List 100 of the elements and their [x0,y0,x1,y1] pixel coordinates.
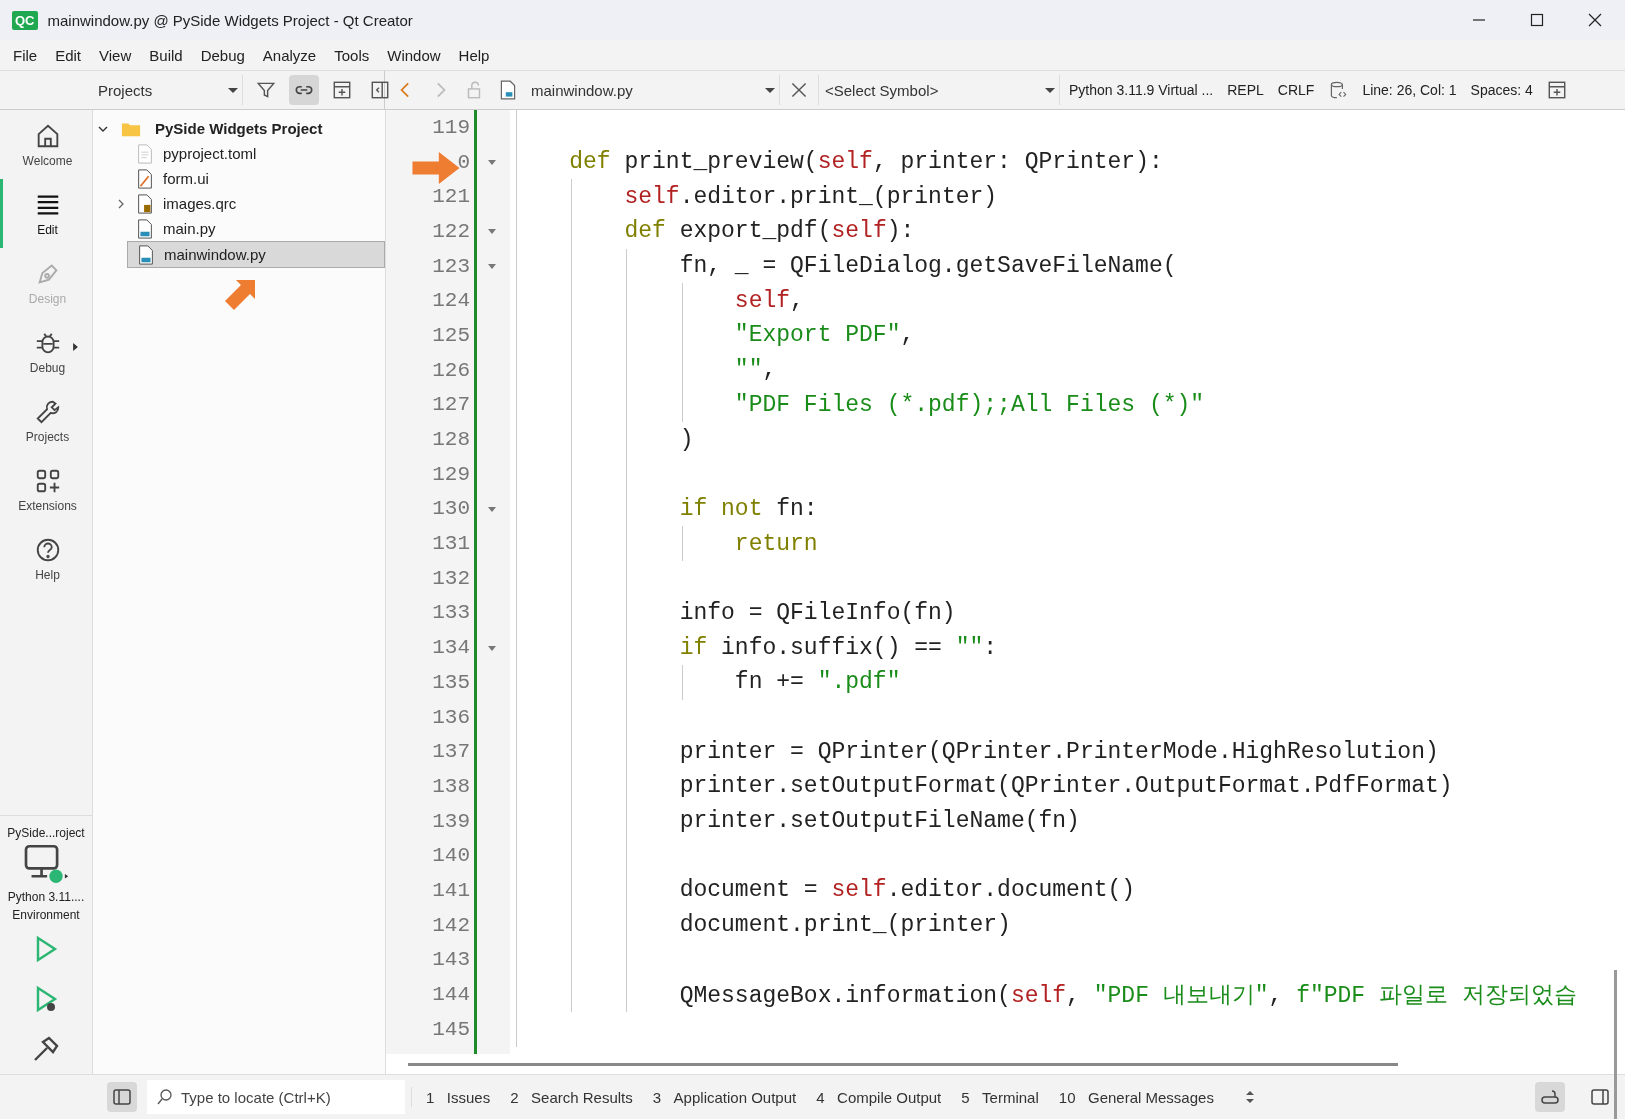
annotation-arrow [412,152,460,184]
menu-item[interactable]: Edit [46,42,91,68]
code-line: self.editor.print_(printer) [623,183,998,210]
code-line: return [733,530,818,557]
progress-details-icon[interactable] [1535,1082,1565,1112]
code-line: "PDF Files (*.pdf);;All Files (*)" [733,391,1205,418]
line-number: 125 [432,323,470,347]
tree-item[interactable]: pyproject.toml [93,141,385,166]
interpreter-selector[interactable]: Python 3.11.9 Virtual ... [1064,82,1219,98]
menu-item[interactable]: Debug [191,42,254,68]
menu-item[interactable]: File [4,42,47,68]
line-number: 0 [457,150,470,174]
line-number: 136 [432,705,470,729]
maximize-icon[interactable] [1529,12,1545,28]
line-number: 134 [432,636,470,660]
code-line: fn += ".pdf" [733,669,901,696]
kit-environment-label: Python 3.11.... Environment [6,889,86,924]
tree-item[interactable]: main.py [93,216,385,241]
tree-item[interactable]: mainwindow.py [127,241,385,268]
code-line: QMessageBox.information(self, "PDF 내보내기", f"PDF 파일로 저장되었습 [678,982,1577,1011]
output-pane-tab[interactable]: 2 Search Results [510,1088,633,1106]
line-number: 141 [432,878,470,902]
tree-item[interactable]: form.ui [93,166,385,191]
code-line: def print_preview(self, printer: QPrinter): [568,149,1163,176]
sidebar-toggle-icon[interactable] [107,1082,137,1112]
code-line: "", [733,357,777,384]
text-file-icon [135,143,155,164]
code-line: if info.suffix() == "": [678,634,998,661]
line-number: 139 [432,809,470,833]
kit-project-label: PySide...roject [7,826,85,840]
repl-button[interactable]: REPL [1222,82,1269,98]
app-logo: QC [12,10,38,30]
line-number: 140 [432,844,470,868]
code-line: self, [733,287,804,314]
code-line: printer.setOutputFormat(QPrinter.OutputFormat.PdfFormat) [678,773,1453,800]
code-line: ) [678,426,694,453]
menu-item[interactable]: Tools [325,42,379,68]
line-ending-selector[interactable]: CRLF [1272,82,1320,98]
mode-button[interactable]: Welcome [0,110,92,179]
line-number: 122 [432,219,470,243]
menu-item[interactable]: Analyze [253,42,326,68]
form-file-icon [135,168,155,189]
code-line: document = self.editor.document() [678,877,1136,904]
line-number: 126 [432,358,470,382]
line-number: 133 [432,601,470,625]
line-number: 143 [432,948,470,972]
line-number: 131 [432,532,470,556]
menu-item[interactable]: Help [449,42,499,68]
monitor-icon[interactable] [23,844,69,884]
vertical-scrollbar[interactable] [1614,970,1617,1119]
line-number: 119 [432,115,470,139]
close-icon[interactable] [1587,12,1603,28]
output-pane-tab[interactable]: 1 Issues [426,1088,491,1106]
line-number: 124 [432,289,470,313]
line-number: 129 [432,462,470,486]
search-icon [155,1087,175,1107]
line-number: 123 [432,254,470,278]
output-pane-tab[interactable]: 4 Compile Output [816,1088,942,1106]
python-file-icon [135,218,155,239]
code-line: printer.setOutputFileName(fn) [678,808,1080,835]
projects-dropdown[interactable]: Projects [92,75,243,105]
mode-button[interactable]: Extensions [0,455,92,524]
output-pane-tab[interactable]: 3 Application Output [652,1088,797,1106]
line-number: 144 [432,983,470,1007]
code-line: def export_pdf(self): [623,218,915,245]
line-number: 127 [432,393,470,417]
mode-button[interactable]: Debug [0,317,92,386]
link-icon[interactable] [289,75,319,105]
menu-item[interactable]: Build [140,42,192,68]
output-pane-tab[interactable]: 10 General Messages [1058,1088,1214,1106]
line-number: 142 [432,913,470,937]
code-line: fn, _ = QFileDialog.getSaveFileName( [678,253,1177,280]
line-number: 145 [432,1017,470,1041]
line-number: 121 [432,185,470,209]
cursor-position[interactable]: Line: 26, Col: 1 [1357,82,1462,98]
menu-item[interactable]: View [90,42,141,68]
line-number: 138 [432,774,470,798]
horizontal-scrollbar[interactable] [408,1062,1398,1066]
line-number: 135 [432,670,470,694]
file-dropdown[interactable]: mainwindow.py [527,75,780,105]
python-file-icon [136,244,156,265]
locator-field[interactable]: Type to locate (Ctrl+K) [147,1080,405,1114]
code-line: printer = QPrinter(QPrinter.PrinterMode.HighResolution) [678,738,1439,765]
window-title: mainwindow.py @ PySide Widgets Project - Qt Creator [47,11,413,29]
line-number: 132 [432,566,470,590]
line-number: 137 [432,740,470,764]
code-line: document.print_(printer) [678,912,1011,939]
indentation-setting[interactable]: Spaces: 4 [1465,82,1538,98]
code-line: "Export PDF", [733,322,915,349]
symbol-dropdown[interactable]: <Select Symbol> [818,75,1060,105]
line-number: 128 [432,428,470,452]
mode-button[interactable]: Help [0,524,92,593]
line-number: 130 [432,497,470,521]
tree-item[interactable]: PySide Widgets Project [93,116,385,141]
mode-button[interactable]: Projects [0,386,92,455]
code-line: if not fn: [678,495,818,522]
output-pane-tab[interactable]: 5 Terminal [961,1088,1039,1106]
tree-item[interactable]: images.qrc [93,191,385,216]
menu-item[interactable]: Window [378,42,450,68]
code-line: info = QFileInfo(fn) [678,599,956,626]
